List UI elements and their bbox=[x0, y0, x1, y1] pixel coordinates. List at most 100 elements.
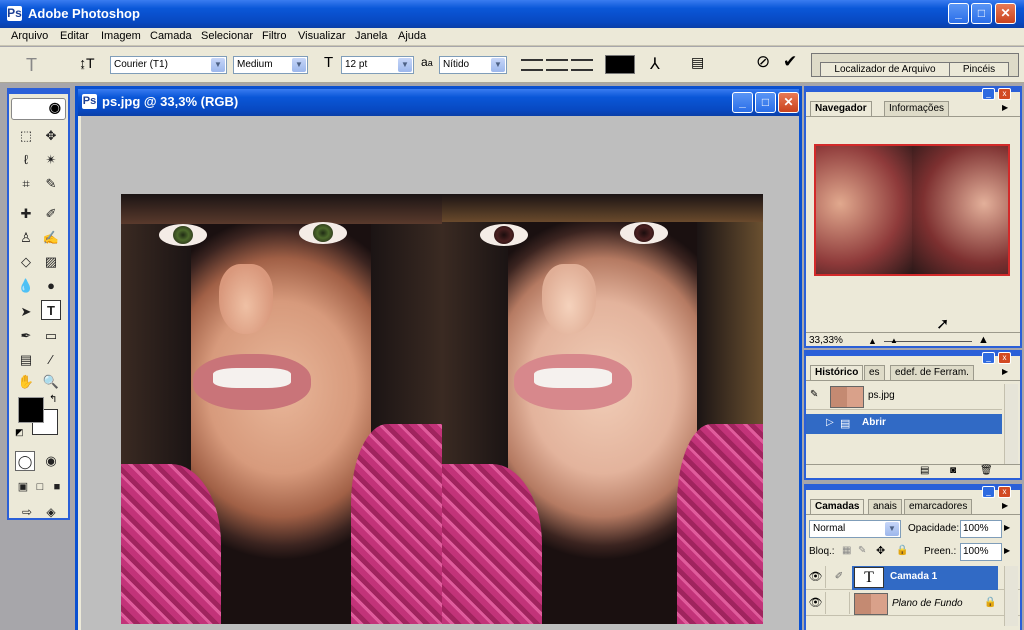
eye-visibility-icon[interactable]: 👁 bbox=[806, 566, 826, 588]
quick-mask-icon[interactable]: ◉ bbox=[41, 451, 61, 471]
imageready-icon[interactable]: ◈ bbox=[41, 502, 61, 522]
history-scrollbar[interactable] bbox=[1004, 384, 1018, 464]
menu-selecionar[interactable]: Selecionar bbox=[201, 30, 253, 42]
foreground-color-swatch[interactable] bbox=[18, 397, 44, 423]
dodge-tool-icon[interactable]: ● bbox=[41, 276, 61, 296]
blur-tool-icon[interactable]: 💧 bbox=[16, 276, 36, 296]
lock-transparency-icon[interactable]: ▦ bbox=[842, 545, 851, 556]
type-tool-icon[interactable]: T bbox=[26, 55, 37, 76]
type-tool-active-icon[interactable]: T bbox=[41, 300, 61, 320]
history-brush-icon[interactable]: ✍ bbox=[41, 228, 61, 248]
notes-tool-icon[interactable]: ▤ bbox=[16, 350, 36, 370]
font-style-select[interactable]: Medium ▼ bbox=[233, 56, 308, 74]
minimize-button[interactable]: _ bbox=[948, 3, 969, 24]
menu-filtro[interactable]: Filtro bbox=[262, 30, 286, 42]
healing-brush-icon[interactable]: ✚ bbox=[16, 204, 36, 224]
move-tool-icon[interactable]: ✥ bbox=[41, 126, 61, 146]
menu-arquivo[interactable]: Arquivo bbox=[11, 30, 48, 42]
eraser-tool-icon[interactable]: ◇ bbox=[16, 252, 36, 272]
tab-predef-ferram[interactable]: edef. de Ferram. bbox=[890, 365, 974, 380]
brush-tool-icon[interactable]: ✐ bbox=[41, 204, 61, 224]
doc-close-button[interactable]: ✕ bbox=[778, 92, 799, 113]
panel-close-button[interactable]: x bbox=[998, 352, 1011, 364]
lock-pixels-icon[interactable]: ✎ bbox=[858, 545, 866, 556]
layers-scrollbar[interactable] bbox=[1004, 566, 1018, 626]
blend-mode-select[interactable]: Normal ▼ bbox=[809, 520, 901, 538]
jump-to-imageready-icon[interactable]: ⇨ bbox=[17, 502, 37, 522]
doc-maximize-button[interactable]: □ bbox=[755, 92, 776, 113]
panel-menu-icon[interactable]: ▶ bbox=[1002, 367, 1008, 376]
layer-link-slot[interactable] bbox=[828, 592, 850, 614]
tab-localizador[interactable]: Localizador de Arquivo bbox=[820, 62, 950, 77]
canvas-area[interactable] bbox=[81, 116, 799, 630]
maximize-button[interactable]: □ bbox=[971, 3, 992, 24]
tab-historico[interactable]: Histórico bbox=[810, 365, 864, 380]
adobe-eye-icon[interactable]: ◉ bbox=[11, 98, 66, 120]
marquee-tool-icon[interactable]: ⬚ bbox=[16, 126, 36, 146]
menu-ajuda[interactable]: Ajuda bbox=[398, 30, 426, 42]
standard-mode-icon[interactable]: ◯ bbox=[15, 451, 35, 471]
panel-menu-icon[interactable]: ▶ bbox=[1002, 501, 1008, 510]
lock-position-icon[interactable]: ✥ bbox=[876, 544, 885, 557]
fill-input[interactable]: 100% bbox=[960, 543, 1002, 561]
tab-demarcadores[interactable]: emarcadores bbox=[904, 499, 973, 514]
opacity-input[interactable]: 100% bbox=[960, 520, 1002, 538]
brush-link-icon[interactable]: ✐ bbox=[828, 566, 850, 588]
menu-imagem[interactable]: Imagem bbox=[101, 30, 141, 42]
menu-editar[interactable]: Editar bbox=[60, 30, 89, 42]
lock-all-icon[interactable]: 🔒 bbox=[896, 545, 908, 556]
align-left-icon[interactable] bbox=[521, 59, 543, 71]
text-orientation-icon[interactable]: ↨T bbox=[79, 55, 95, 71]
navigator-zoom-value[interactable]: 33,33% bbox=[809, 335, 843, 346]
commit-check-icon[interactable]: ✔ bbox=[783, 52, 797, 72]
cancel-icon[interactable]: ⊘ bbox=[756, 52, 770, 72]
hand-tool-icon[interactable]: ✋ bbox=[16, 372, 36, 392]
eyedropper-icon[interactable]: ⁄ bbox=[41, 350, 61, 370]
default-colors-icon[interactable]: ◩ bbox=[15, 427, 24, 438]
slice-tool-icon[interactable]: ✎ bbox=[41, 174, 61, 194]
tab-acoes[interactable]: es bbox=[864, 365, 885, 380]
eye-visibility-icon[interactable]: 👁 bbox=[806, 592, 826, 614]
text-color-swatch[interactable] bbox=[605, 55, 635, 74]
shape-tool-icon[interactable]: ▭ bbox=[41, 326, 61, 346]
gradient-tool-icon[interactable]: ▨ bbox=[41, 252, 61, 272]
menu-visualizar[interactable]: Visualizar bbox=[298, 30, 346, 42]
photo-canvas[interactable] bbox=[121, 194, 763, 624]
panel-minimize-button[interactable]: _ bbox=[982, 88, 995, 100]
panel-minimize-button[interactable]: _ bbox=[982, 486, 995, 498]
align-right-icon[interactable] bbox=[571, 59, 593, 71]
menu-janela[interactable]: Janela bbox=[355, 30, 387, 42]
tab-informacoes[interactable]: Informações bbox=[884, 101, 950, 116]
close-button[interactable]: ✕ bbox=[995, 3, 1016, 24]
layer-row[interactable]: 👁 ✐ T Camada 1 bbox=[806, 566, 1020, 590]
new-document-from-state-icon[interactable]: ▤ bbox=[920, 465, 929, 476]
clone-stamp-icon[interactable]: ♙ bbox=[16, 228, 36, 248]
lasso-tool-icon[interactable]: ℓ bbox=[16, 150, 36, 170]
warp-text-icon[interactable]: ⅄ bbox=[650, 54, 660, 74]
panel-menu-icon[interactable]: ▶ bbox=[1002, 103, 1008, 112]
font-family-select[interactable]: Courier (T1) ▼ bbox=[110, 56, 227, 74]
history-brush-source-icon[interactable]: ✎ bbox=[810, 389, 818, 400]
screen-mode-full-icon[interactable]: ■ bbox=[47, 477, 67, 497]
fill-arrow-icon[interactable]: ▶ bbox=[1004, 546, 1010, 555]
panel-close-button[interactable]: x bbox=[998, 88, 1011, 100]
zoom-tool-icon[interactable]: 🔍 bbox=[41, 372, 61, 392]
swap-colors-icon[interactable]: ↰ bbox=[49, 394, 57, 405]
tab-pinceis[interactable]: Pincéis bbox=[949, 62, 1009, 77]
palettes-icon[interactable]: ▤ bbox=[691, 54, 704, 71]
history-step[interactable]: ▷ ▤ Abrir bbox=[806, 414, 1002, 434]
font-size-select[interactable]: 12 pt ▼ bbox=[341, 56, 414, 74]
history-snapshot[interactable]: ✎ ps.jpg bbox=[806, 384, 1002, 410]
panel-minimize-button[interactable]: _ bbox=[982, 352, 995, 364]
path-selection-icon[interactable]: ➤ bbox=[16, 302, 36, 322]
tab-camadas[interactable]: Camadas bbox=[810, 499, 865, 514]
antialias-select[interactable]: Nítido ▼ bbox=[439, 56, 507, 74]
crop-tool-icon[interactable]: ⌗ bbox=[16, 174, 36, 194]
pen-tool-icon[interactable]: ✒ bbox=[16, 326, 36, 346]
panel-close-button[interactable]: x bbox=[998, 486, 1011, 498]
opacity-arrow-icon[interactable]: ▶ bbox=[1004, 523, 1010, 532]
zoom-out-icon[interactable]: ▲ bbox=[868, 336, 877, 346]
align-center-icon[interactable] bbox=[546, 59, 568, 71]
navigator-thumbnail[interactable] bbox=[814, 144, 1010, 276]
magic-wand-icon[interactable]: ✴ bbox=[41, 150, 61, 170]
